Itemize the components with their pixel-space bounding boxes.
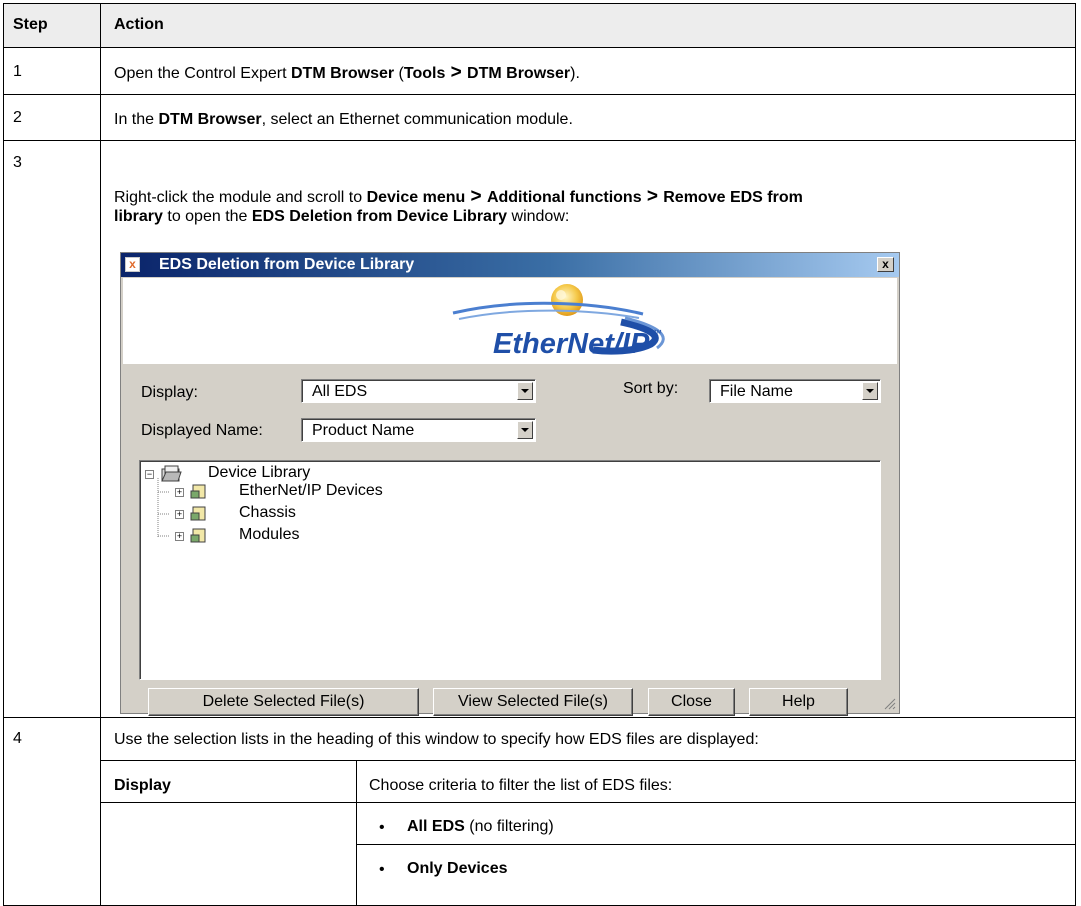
row-divider [3, 717, 1076, 718]
table-border-left [3, 3, 4, 906]
device-library-tree[interactable]: − Device Library + EtherNet/IP Devices +… [139, 460, 881, 680]
bullet-icon: • [379, 819, 385, 836]
step-number: 3 [13, 154, 22, 171]
displayed-name-select[interactable]: Product Name [301, 418, 536, 442]
table-border-right [1075, 3, 1076, 906]
subtable-row-divider [356, 844, 1076, 845]
tree-item-chassis[interactable]: Chassis [239, 504, 296, 522]
eds-deletion-dialog: x EDS Deletion from Device Library x Eth… [120, 252, 900, 716]
column-divider [100, 3, 101, 906]
table-header-row [3, 3, 1076, 47]
steps-table: Step Action 1 Open the Control Expert DT… [3, 3, 1076, 906]
bullet-item: Only Devices [407, 860, 508, 877]
logo-trademark: ™ [653, 328, 662, 338]
step-1-text: Open the Control Expert DTM Browser (Too… [114, 62, 580, 83]
logo-text: EtherNet/IP [493, 328, 650, 360]
delete-selected-files-button[interactable]: Delete Selected File(s) [148, 688, 419, 716]
view-selected-files-button[interactable]: View Selected File(s) [433, 688, 633, 716]
header-action: Action [114, 16, 164, 33]
table-border-top [3, 3, 1076, 4]
collapse-icon[interactable]: − [145, 470, 154, 479]
dialog-titlebar[interactable]: x EDS Deletion from Device Library x [121, 253, 899, 277]
device-folder-icon [190, 528, 206, 543]
chevron-down-icon[interactable] [517, 421, 533, 439]
device-folder-icon [190, 506, 206, 521]
display-select[interactable]: All EDS [301, 379, 536, 403]
display-label: Display: [141, 384, 198, 401]
device-folder-icon [190, 484, 206, 499]
row-divider [3, 94, 1076, 95]
subtable-column-divider [356, 760, 357, 906]
displayed-name-label: Displayed Name: [141, 422, 263, 439]
step-number: 4 [13, 730, 22, 747]
step-2-text: In the DTM Browser, select an Ethernet c… [114, 111, 573, 128]
step-number: 2 [13, 109, 22, 126]
chevron-down-icon[interactable] [517, 382, 533, 400]
close-icon[interactable]: x [877, 257, 894, 272]
ethernet-ip-logo: EtherNet/IP ™ [452, 284, 665, 360]
expand-icon[interactable]: + [175, 532, 184, 541]
expand-icon[interactable]: + [175, 488, 184, 497]
row-divider [3, 140, 1076, 141]
logo-banner: EtherNet/IP ™ [123, 278, 897, 364]
subtable-border-top [100, 760, 1076, 761]
sort-select[interactable]: File Name [709, 379, 881, 403]
tree-root-label[interactable]: Device Library [208, 464, 310, 482]
row-divider [3, 47, 1076, 48]
bullet-icon: • [379, 861, 385, 878]
bullet-item: All EDS (no filtering) [407, 818, 554, 835]
tree-item-modules[interactable]: Modules [239, 526, 299, 544]
dialog-title: EDS Deletion from Device Library [159, 256, 415, 273]
subtable-row-divider [100, 802, 1076, 803]
library-folder-icon [161, 465, 182, 482]
tree-item-ethernetip-devices[interactable]: EtherNet/IP Devices [239, 482, 383, 500]
subtable-term: Display [114, 777, 171, 794]
resize-grip-icon[interactable] [884, 698, 896, 710]
step-4-text: Use the selection lists in the heading o… [114, 731, 759, 748]
help-button[interactable]: Help [749, 688, 848, 716]
chevron-down-icon[interactable] [862, 382, 878, 400]
subtable-description: Choose criteria to filter the list of ED… [369, 777, 673, 794]
sort-label: Sort by: [623, 380, 679, 397]
step-3-text: Right-click the module and scroll to Dev… [114, 186, 803, 225]
window-app-icon: x [125, 257, 140, 272]
close-button[interactable]: Close [648, 688, 735, 716]
header-step: Step [13, 16, 48, 33]
expand-icon[interactable]: + [175, 510, 184, 519]
step-number: 1 [13, 63, 22, 80]
